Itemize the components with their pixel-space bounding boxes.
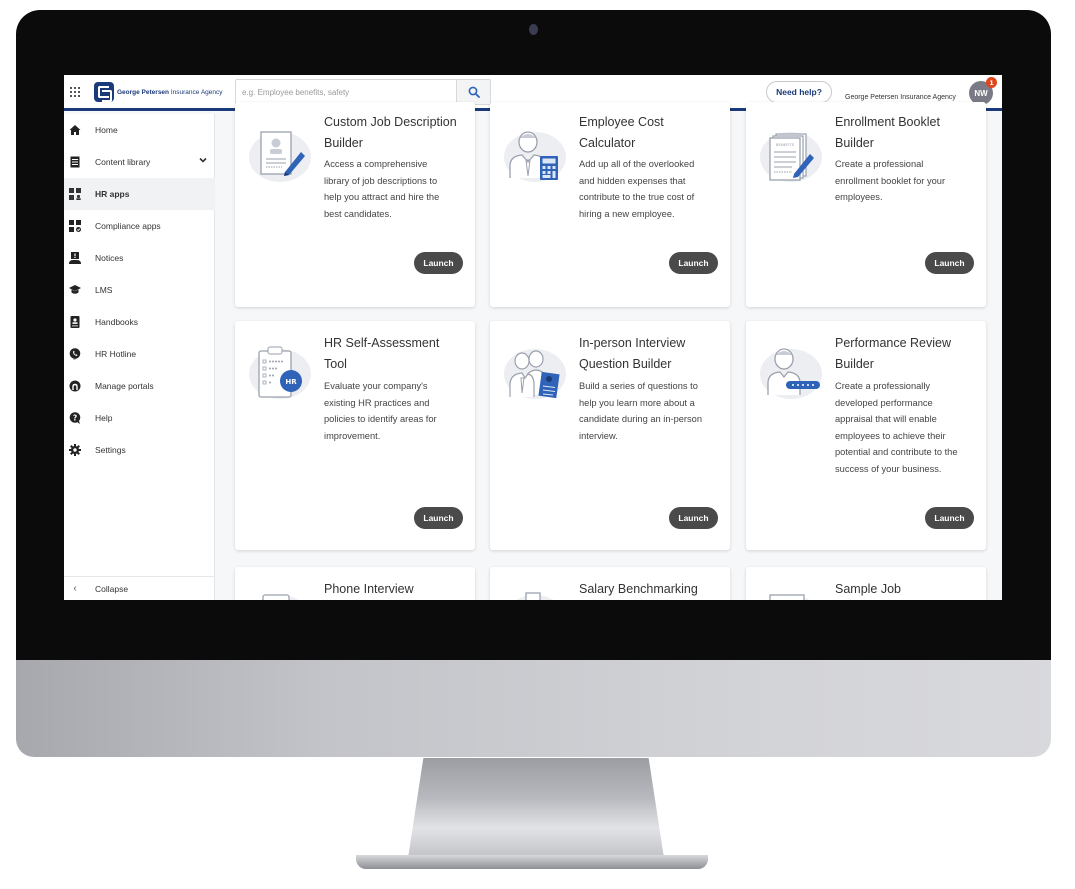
card-title: Custom Job Description Builder [324, 115, 457, 150]
sidebar-item-content-library[interactable]: Content library [64, 146, 215, 178]
sidebar: Home Content library HR apps Compliance … [64, 114, 215, 600]
search-button[interactable] [456, 80, 490, 104]
app-card: In-person Interview Question Builder Bui… [490, 321, 730, 550]
launch-button[interactable]: Launch [669, 252, 718, 274]
sidebar-item-label: LMS [95, 285, 113, 295]
gear-icon [69, 444, 81, 456]
sidebar-item-settings[interactable]: Settings [64, 434, 215, 466]
sidebar-item-handbooks[interactable]: Handbooks [64, 306, 215, 338]
sidebar-item-label: Help [95, 413, 113, 423]
need-help-button[interactable]: Need help? [766, 81, 832, 103]
company-logo[interactable]: George Petersen Insurance Agency [94, 82, 223, 102]
app-card: HR HR Self-Assessment Tool Evaluate your… [235, 321, 475, 550]
notification-badge[interactable]: 1 [986, 77, 997, 88]
card-description: Access a comprehensive library of job de… [324, 159, 440, 219]
booklet-icon: BENEFITS [760, 128, 822, 184]
monitor-foot [356, 855, 708, 869]
app-card: Performance Review Builder Create a prof… [746, 321, 986, 550]
notice-icon [69, 252, 81, 264]
app-card: Salary Benchmarking [490, 567, 730, 600]
launch-button[interactable]: Launch [669, 507, 718, 529]
launch-button[interactable]: Launch [414, 252, 463, 274]
hr-apps-grid: Custom Job Description Builder Access a … [215, 102, 1002, 600]
imac-mockup: George Petersen Insurance Agency Need he… [0, 0, 1075, 889]
logo-text: George Petersen Insurance Agency [117, 88, 223, 96]
handbook-icon [69, 316, 81, 328]
app-card: BENEFITS Enrollment Booklet Builder Crea… [746, 102, 986, 307]
app-card: Sample Job [746, 567, 986, 600]
sidebar-item-lms[interactable]: LMS [64, 274, 215, 306]
svg-text:HR: HR [285, 378, 297, 386]
card-title: HR Self-Assessment Tool [324, 336, 440, 371]
logo-mark-icon [94, 82, 114, 102]
sidebar-item-hr-apps[interactable]: HR apps [64, 178, 215, 210]
compliance-grid-icon [69, 220, 81, 232]
card-description: Add up all of the overlooked and hidden … [579, 159, 695, 219]
search-icon [468, 86, 480, 98]
card-title: Employee Cost Calculator [579, 115, 664, 150]
monitor-chin [16, 660, 1051, 757]
help-icon: ? [69, 412, 81, 424]
chevron-left-icon: ‹ [73, 583, 77, 594]
sidebar-item-label: Compliance apps [95, 221, 161, 231]
app-screen: George Petersen Insurance Agency Need he… [64, 75, 1002, 600]
card-title: Sample Job [835, 582, 902, 596]
card-description: Create a professionally developed perfor… [835, 381, 958, 474]
performance-icon [760, 345, 822, 401]
portal-icon [69, 380, 81, 392]
card-title: In-person Interview Question Builder [579, 336, 686, 371]
card-title: Performance Review Builder [835, 336, 952, 371]
chevron-down-icon[interactable] [199, 156, 207, 164]
sidebar-item-label: HR Hotline [95, 349, 137, 359]
app-card: Employee Cost Calculator Add up all of t… [490, 102, 730, 307]
sidebar-item-compliance-apps[interactable]: Compliance apps [64, 210, 215, 242]
sidebar-item-manage-portals[interactable]: Manage portals [64, 370, 215, 402]
svg-text:?: ? [73, 413, 77, 422]
card-title: Phone Interview [324, 582, 414, 596]
phone-icon [69, 348, 81, 360]
sidebar-item-label: Home [95, 125, 118, 135]
launch-button[interactable]: Launch [925, 507, 974, 529]
camera-icon [529, 24, 538, 35]
calculator-icon [504, 128, 566, 184]
app-card: Custom Job Description Builder Access a … [235, 102, 475, 307]
launch-button[interactable]: Launch [414, 507, 463, 529]
search-input[interactable] [236, 80, 456, 104]
salary-icon [504, 591, 566, 600]
sidebar-item-label: HR apps [95, 189, 130, 199]
sidebar-item-help[interactable]: ? Help [64, 402, 215, 434]
job-description-icon [249, 128, 311, 184]
collapse-button[interactable]: ‹ Collapse [64, 576, 215, 600]
home-icon [69, 124, 81, 136]
sidebar-item-label: Handbooks [95, 317, 139, 327]
card-title: Salary Benchmarking [579, 582, 698, 596]
svg-text:BENEFITS: BENEFITS [776, 142, 795, 147]
card-description: Evaluate your company's existing HR prac… [324, 381, 437, 441]
collapse-label: Collapse [95, 583, 129, 594]
clipboard-icon: HR [249, 345, 311, 401]
sidebar-item-home[interactable]: Home [64, 114, 215, 146]
apps-grid-icon [69, 188, 81, 200]
sidebar-item-label: Manage portals [95, 381, 154, 391]
organization-name: George Petersen Insurance Agency [845, 94, 956, 101]
document-list-icon [69, 156, 81, 168]
sidebar-item-notices[interactable]: Notices [64, 242, 215, 274]
app-launcher-icon[interactable] [70, 87, 80, 97]
sidebar-item-label: Notices [95, 253, 124, 263]
app-card: Phone Interview [235, 567, 475, 600]
card-description: Create a professional enrollment booklet… [835, 159, 946, 202]
interview-icon [504, 345, 566, 401]
sidebar-item-label: Content library [95, 157, 151, 167]
launch-button[interactable]: Launch [925, 252, 974, 274]
phone-interview-icon [249, 591, 311, 600]
card-description: Build a series of questions to help you … [579, 381, 703, 441]
sidebar-item-label: Settings [95, 445, 126, 455]
sidebar-item-hr-hotline[interactable]: HR Hotline [64, 338, 215, 370]
card-title: Enrollment Booklet Builder [835, 115, 940, 150]
monitor-stand [408, 758, 664, 858]
graduation-cap-icon [69, 284, 81, 296]
sample-job-icon [760, 591, 822, 600]
